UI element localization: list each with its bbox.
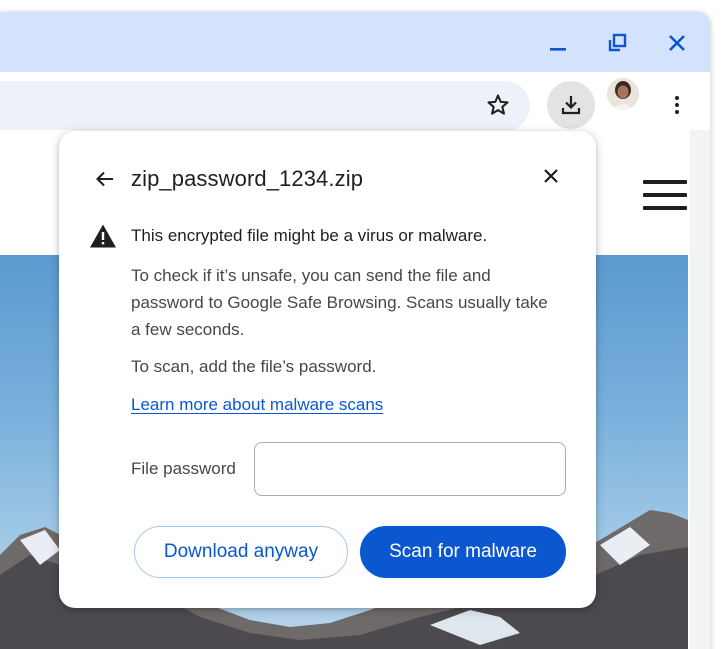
scrollbar[interactable]	[690, 130, 710, 649]
address-bar[interactable]	[0, 81, 530, 131]
learn-more-link[interactable]: Learn more about malware scans	[131, 394, 383, 416]
download-icon[interactable]	[547, 81, 595, 129]
avatar[interactable]	[607, 78, 639, 110]
back-arrow-icon[interactable]	[91, 165, 119, 193]
hamburger-menu-icon[interactable]	[643, 180, 687, 212]
close-icon[interactable]	[537, 162, 565, 190]
file-password-input[interactable]	[254, 442, 566, 496]
scan-explanation: To check if it’s unsafe, you can send th…	[131, 266, 548, 339]
warning-icon	[89, 223, 117, 249]
download-warning-dialog: zip_password_1234.zip This encrypted fil…	[59, 131, 596, 608]
scan-for-malware-button[interactable]: Scan for malware	[360, 526, 566, 578]
star-icon[interactable]	[478, 85, 518, 125]
dialog-title: zip_password_1234.zip	[131, 166, 364, 191]
file-password-label: File password	[131, 459, 236, 478]
restore-icon[interactable]	[600, 28, 634, 58]
title-bar	[0, 12, 710, 72]
close-icon[interactable]	[660, 28, 694, 58]
minimize-icon[interactable]	[541, 28, 575, 58]
more-vert-icon[interactable]	[657, 85, 697, 125]
download-anyway-button[interactable]: Download anyway	[134, 526, 348, 578]
password-instruction: To scan, add the file’s password.	[131, 357, 377, 376]
warning-message: This encrypted file might be a virus or …	[131, 226, 488, 245]
